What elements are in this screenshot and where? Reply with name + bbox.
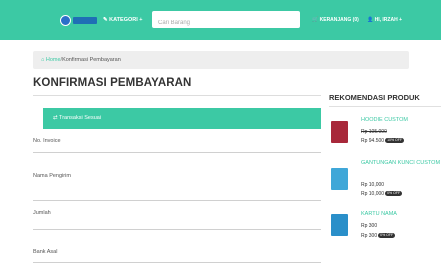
product-price: Rp 300 0% OFF <box>361 233 396 239</box>
logo-globe-icon <box>60 15 71 26</box>
sender-name-field-label: Nama Pengirim <box>33 173 71 179</box>
product-name[interactable]: HOODIE CUSTOM <box>361 116 441 124</box>
product-price: Rp 94.500 10% OFF <box>361 138 405 144</box>
hoodie-image-icon[interactable] <box>331 121 348 143</box>
discount-badge: 0% OFF <box>378 233 396 239</box>
product-name[interactable]: KARTU NAMA <box>361 210 441 218</box>
product-name[interactable]: GANTUNGAN KUNCI CUSTOM <box>361 159 441 167</box>
tag-icon: ✎ <box>103 17 108 23</box>
business-card-image-icon[interactable] <box>331 214 348 236</box>
breadcrumb-home-icon[interactable]: ⌂ <box>41 57 44 63</box>
user-icon: 👤 <box>367 17 374 23</box>
breadcrumb-home-link[interactable]: Home <box>46 57 61 63</box>
user-menu[interactable]: 👤 HI, IRZAH + <box>367 15 402 25</box>
product-old-price: Rp 105.000 <box>361 129 387 135</box>
site-logo[interactable] <box>60 15 98 26</box>
user-label: HI, IRZAH + <box>374 17 402 23</box>
product-old-price: Rp 300 <box>361 223 378 229</box>
recommended-product[interactable]: HOODIE CUSTOM Rp 105.000 Rp 94.500 10% OF… <box>329 115 441 160</box>
product-price: Rp 10,000 0% OFF <box>361 191 403 197</box>
cart-label: KERANJANG (0) <box>319 17 359 23</box>
keychain-image-icon[interactable] <box>331 168 348 190</box>
breadcrumb: ⌂ Home/Konfirmasi Pembayaran <box>33 51 409 69</box>
recommendations-divider <box>329 106 441 107</box>
discount-badge: 0% OFF <box>385 191 403 197</box>
search-input[interactable] <box>158 15 298 31</box>
category-menu[interactable]: ✎ KATEGORI + <box>103 15 143 25</box>
cart-icon: 🛒 <box>312 17 319 23</box>
search-box[interactable] <box>152 11 300 31</box>
transfer-info-label: Transaksi Sesuai <box>59 115 102 121</box>
breadcrumb-current: Konfirmasi Pembayaran <box>62 57 121 63</box>
sender-name-field[interactable] <box>33 200 321 201</box>
invoice-field[interactable] <box>33 152 321 153</box>
recommended-product[interactable]: KARTU NAMA Rp 300 Rp 300 0% OFF <box>329 209 441 254</box>
recommended-product[interactable]: GANTUNGAN KUNCI CUSTOM Rp 10,000 Rp 10,0… <box>329 159 441 204</box>
discount-badge: 10% OFF <box>385 138 405 144</box>
cart-link[interactable]: 🛒 KERANJANG (0) <box>312 15 359 25</box>
amount-field[interactable] <box>33 229 321 230</box>
bank-origin-field[interactable] <box>33 262 321 263</box>
recommendations-title: REKOMENDASI PRODUK <box>329 93 420 102</box>
category-label: KATEGORI + <box>109 17 143 23</box>
product-old-price: Rp 10,000 <box>361 182 385 188</box>
bank-origin-field-label: Bank Asal <box>33 249 58 255</box>
logo-wordmark <box>73 17 97 24</box>
amount-field-label: Jumlah <box>33 210 51 216</box>
page-title: KONFIRMASI PEMBAYARAN <box>33 77 192 89</box>
transfer-info-bar: ⇄ Transaksi Sesuai <box>43 108 321 129</box>
transfer-icon: ⇄ <box>53 115 58 121</box>
top-navbar: ✎ KATEGORI + 🛒 KERANJANG (0) 👤 HI, IRZAH… <box>0 0 441 40</box>
title-divider <box>33 95 321 96</box>
invoice-field-label: No. Invoice <box>33 138 61 144</box>
